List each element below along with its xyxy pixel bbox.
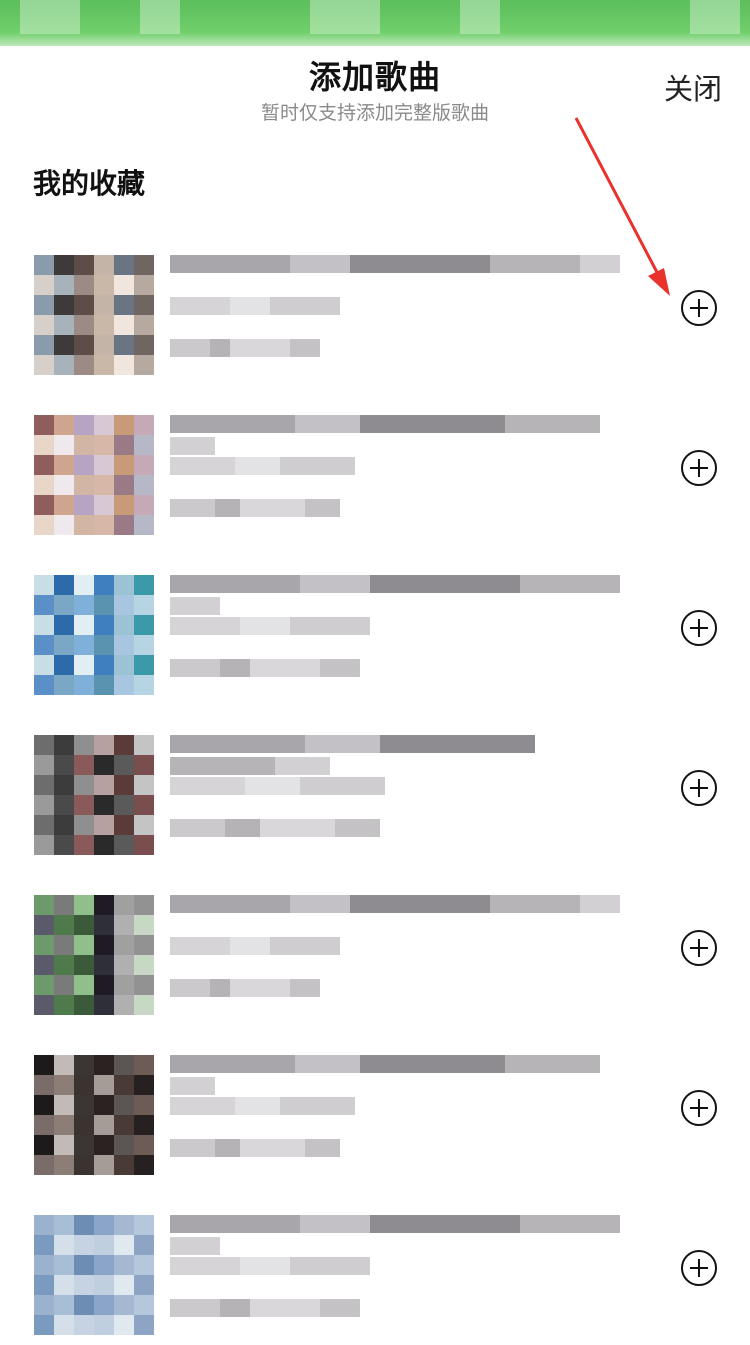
song-cover-image <box>34 1215 154 1335</box>
song-info-blurred <box>170 239 630 379</box>
plus-circle-icon[interactable] <box>681 450 717 486</box>
song-info-blurred <box>170 399 630 539</box>
section-title-favorites: 我的收藏 <box>33 167 146 200</box>
song-info-blurred <box>170 1199 630 1339</box>
page-subtitle: 暂时仅支持添加完整版歌曲 <box>260 102 489 124</box>
list-item[interactable] <box>0 225 750 385</box>
list-item[interactable] <box>0 1185 750 1345</box>
song-cover-image <box>34 255 154 375</box>
plus-circle-icon[interactable] <box>681 290 717 326</box>
plus-circle-icon[interactable] <box>681 1090 717 1126</box>
close-button[interactable]: 关闭 <box>664 66 722 108</box>
sheet-header: 添加歌曲 暂时仅支持添加完整版歌曲 关闭 <box>0 46 750 136</box>
song-info-blurred <box>170 559 630 699</box>
song-cover-image <box>34 1055 154 1175</box>
song-info-blurred <box>170 719 630 859</box>
list-item[interactable] <box>0 1025 750 1185</box>
page-title: 添加歌曲 <box>308 58 441 96</box>
plus-circle-icon[interactable] <box>681 770 717 806</box>
song-info-blurred <box>170 1039 630 1179</box>
plus-circle-icon[interactable] <box>681 1250 717 1286</box>
list-item[interactable] <box>0 705 750 865</box>
list-item[interactable] <box>0 545 750 705</box>
list-item[interactable] <box>0 865 750 1025</box>
song-cover-image <box>34 415 154 535</box>
song-cover-image <box>34 575 154 695</box>
song-cover-image <box>34 735 154 855</box>
plus-circle-icon[interactable] <box>681 930 717 966</box>
list-item[interactable] <box>0 385 750 545</box>
plus-circle-icon[interactable] <box>681 610 717 646</box>
song-info-blurred <box>170 879 630 1019</box>
status-bar-blurred <box>0 0 750 46</box>
song-cover-image <box>34 895 154 1015</box>
